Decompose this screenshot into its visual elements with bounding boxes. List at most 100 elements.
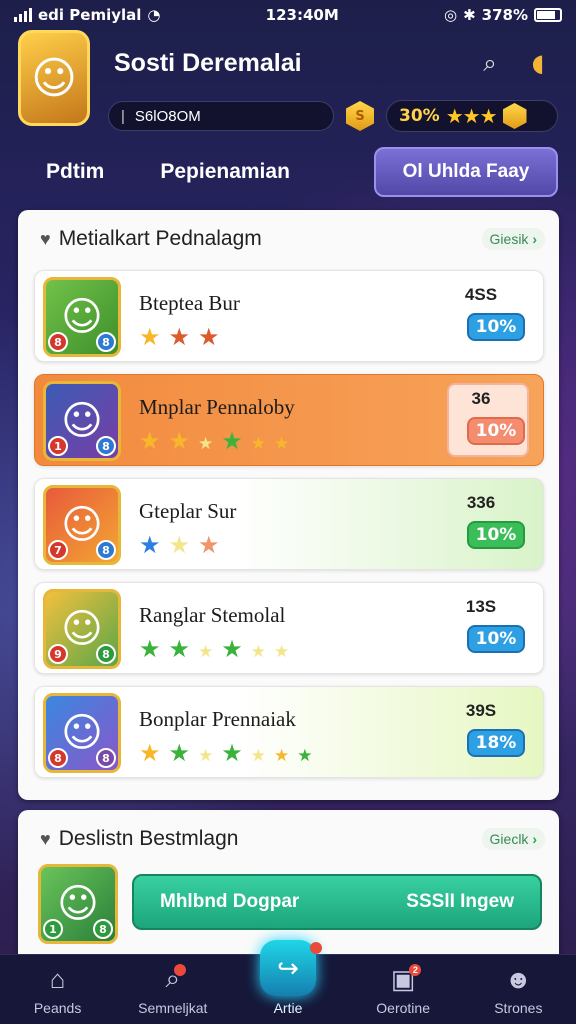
search-icon[interactable]: ⌕ [470, 43, 510, 83]
star-rating-icon: ★★★ [139, 323, 228, 351]
share-icon: ↪ [259, 940, 322, 996]
app-header: ☺ Sosti Deremalai ⌕ ◖ [0, 30, 576, 126]
nav-label: Oerotine [376, 1000, 430, 1016]
item-score: 39S [465, 701, 497, 720]
level-badge: 7 [48, 540, 68, 560]
leaderboard-panel: ♥ Metialkart Pednalagm Giesik ☺ 8 8 Btep… [18, 210, 559, 800]
status-left: edi Pemiylal ◔ [14, 6, 161, 24]
rank-badge: 8 [96, 332, 116, 352]
status-right: ◎ ✱ 378% [444, 6, 562, 24]
alarm-icon: ◎ [443, 6, 458, 24]
level-badge: 8 [48, 332, 68, 352]
list-item[interactable]: ☺ 8 8 Bonplar Prennaiak ★★★★★★★ 39S 18% [34, 686, 544, 778]
rank-badge: 8 [96, 748, 116, 768]
character-avatar: ☺ 9 8 [43, 589, 121, 669]
list-item[interactable]: ☺ 8 8 Bteptea Bur ★★★ 4SS 10% [34, 270, 544, 362]
item-score: 13S [465, 597, 497, 616]
panel-title: Metialkart Pednalagm [58, 227, 262, 250]
level-badge: 8 [48, 748, 68, 768]
character-face-icon: ☺ [61, 502, 103, 548]
rank-badge: 8 [93, 919, 113, 939]
character-face-icon: ☺ [61, 398, 103, 444]
character-avatar[interactable]: ☺ 1 8 [38, 864, 118, 944]
tab-cta-button[interactable]: Ol Uhlda Faay [374, 147, 558, 197]
see-more-link[interactable]: Giesik [481, 228, 545, 250]
carrier-label: edi Pemiylal [38, 6, 142, 24]
notification-badge: 2 [409, 964, 422, 976]
home-icon: ⌂ [49, 963, 66, 994]
cta-right-label: SSSlI Ingew [406, 891, 514, 912]
rank-badge: 8 [96, 436, 116, 456]
list-item[interactable]: ☺ 7 8 Gteplar Sur ★★★ 336 10% [34, 478, 544, 570]
cta-left-label: Mhlbnd Dogpar [160, 891, 300, 912]
page-title: Sosti Deremalai [114, 48, 302, 77]
panel-title: Deslistn Bestmlagn [58, 827, 239, 850]
character-avatar: ☺ 8 8 [43, 277, 121, 357]
avatar-face-icon: ☺ [31, 52, 77, 104]
character-face-icon: ☺ [61, 294, 103, 340]
nav-item-messages[interactable]: ▣ 2 Oerotine [348, 962, 458, 1017]
featured-cta-button[interactable]: Mhlbnd Dogpar SSSlI Ingew [132, 874, 542, 930]
featured-panel: ♥ Deslistn Bestmlagn Gieclk ☺ 1 8 Mhlbnd… [18, 810, 559, 956]
tab-second[interactable]: Pepienamian [132, 160, 318, 184]
notification-dot [174, 964, 187, 976]
rating-percent: 30% [399, 106, 440, 126]
item-score: 36 [471, 389, 491, 408]
heart-icon: ♥ [40, 828, 51, 849]
level-badge: 9 [48, 644, 68, 664]
clock: 123:40M [265, 6, 339, 24]
list-item[interactable]: ☺ 9 8 Ranglar Stemolal ★★★★★★ 13S 10% [34, 582, 544, 674]
list-item-highlighted[interactable]: ☺ 1 8 Mnplar Pennaloby ★★★★★★ 36 10% [34, 374, 544, 466]
coin-counter: S6lO8OM [108, 101, 334, 131]
level-badge: 1 [43, 919, 63, 939]
tab-bar: Pdtim Pepienamian Ol Uhlda Faay [0, 144, 576, 200]
star-rating-icon: ★★★★★★ [139, 635, 298, 663]
bottom-nav: ⌂ Peands ⌕ Semneljkat ↪ Artie ▣ 2 Oerotin… [0, 940, 576, 1024]
user-icon: ☻ [504, 963, 533, 994]
nav-label: Semneljkat [138, 1000, 208, 1016]
nav-item-profile[interactable]: ☻ Strones [463, 962, 573, 1017]
tab-first[interactable]: Pdtim [18, 160, 132, 184]
item-percent-badge: 10% [467, 313, 525, 341]
see-more-link[interactable]: Gieclk [481, 828, 545, 850]
nav-item-search[interactable]: ⌕ Semneljkat [118, 962, 228, 1016]
nav-item-active[interactable]: ↪ Artie [233, 940, 343, 1016]
star-rating-icon: ★★★ [139, 531, 228, 559]
character-avatar: ☺ 1 8 [43, 381, 121, 461]
chat-icon: ▣ 2 [391, 962, 422, 996]
item-score: 336 [466, 493, 496, 512]
gem-small-icon [502, 103, 527, 129]
rank-badge: 8 [96, 644, 116, 664]
profile-icon[interactable]: ◖ [518, 43, 558, 83]
level-badge: 1 [48, 436, 68, 456]
star-rating-icon: ★★★★★★★ [139, 739, 321, 767]
nav-item-home[interactable]: ⌂ Peands [3, 962, 113, 1017]
panel-header: ♥ Deslistn Bestmlagn Gieclk [40, 824, 545, 854]
search-icon: ⌕ [166, 962, 187, 996]
item-name: Mnplar Pennaloby [139, 395, 295, 419]
status-bar: edi Pemiylal ◔ 123:40M ◎ ✱ 378% [0, 0, 576, 30]
character-avatar: ☺ 7 8 [43, 485, 121, 565]
player-avatar[interactable]: ☺ [18, 30, 90, 126]
item-percent-badge: 10% [467, 417, 525, 445]
notification-dot [309, 942, 322, 954]
nav-label: Artie [273, 1000, 303, 1016]
rating-stars-icon: ★★★ [445, 104, 498, 128]
character-face-icon: ☺ [61, 710, 103, 756]
item-percent-badge: 10% [467, 521, 525, 549]
item-percent-badge: 10% [467, 625, 525, 653]
item-name: Bonplar Prennaiak [139, 707, 296, 731]
nav-label: Peands [33, 1000, 82, 1016]
gem-icon[interactable]: S [346, 101, 374, 131]
nav-label: Strones [494, 1000, 543, 1016]
rating-badge: 30% ★★★ [386, 100, 558, 132]
item-name: Ranglar Stemolal [139, 603, 286, 627]
item-name: Bteptea Bur [139, 291, 240, 315]
bluetooth-icon: ✱ [463, 6, 476, 24]
signal-icon [14, 8, 32, 22]
battery-icon [533, 8, 562, 22]
star-rating-icon: ★★★★★★ [139, 427, 298, 455]
item-percent-badge: 18% [467, 729, 525, 757]
rank-badge: 8 [96, 540, 116, 560]
panel-header: ♥ Metialkart Pednalagm Giesik [40, 224, 545, 254]
